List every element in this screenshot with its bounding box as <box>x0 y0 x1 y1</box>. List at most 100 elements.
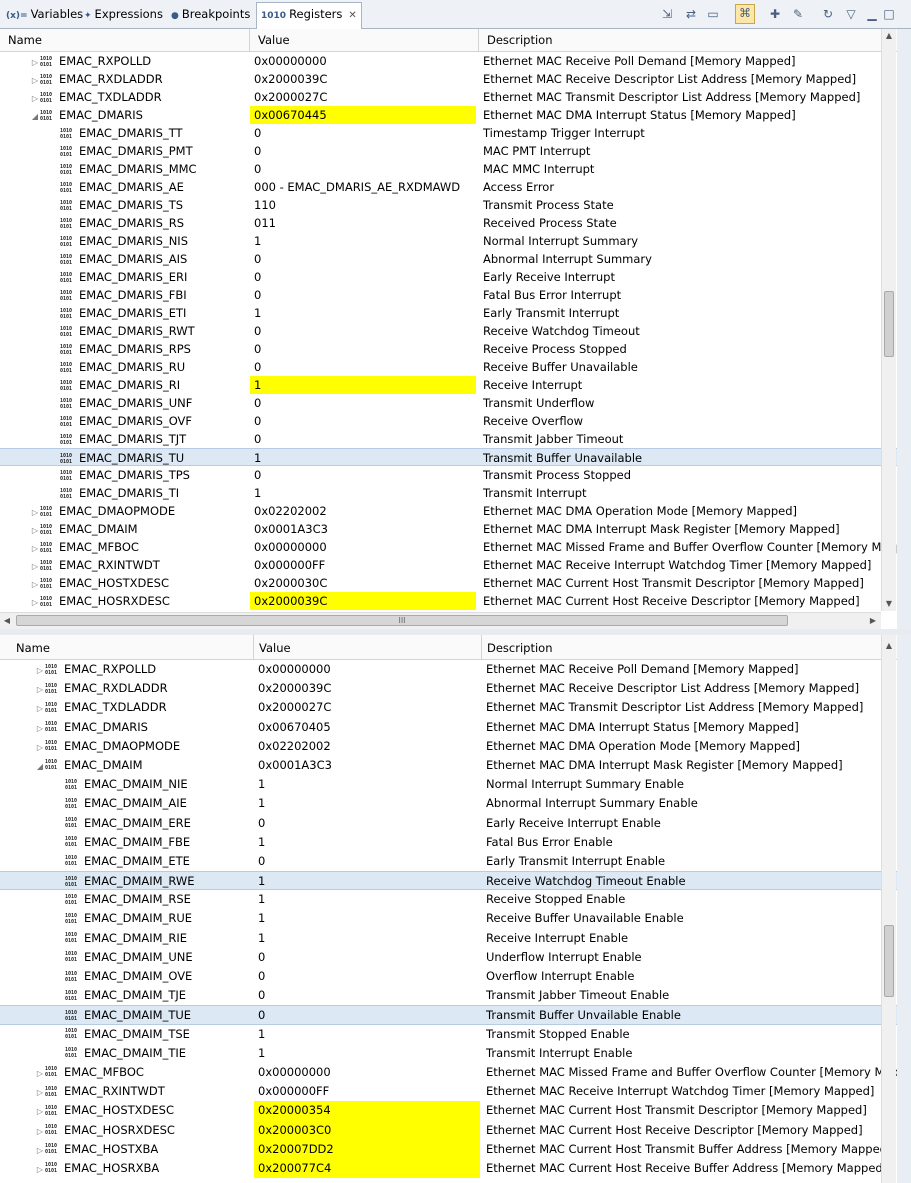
tree-row[interactable]: ▷ 1010 0101 EMAC_DMAOPMODE 0x02202002 Etherne… <box>0 502 897 520</box>
tree-row[interactable]: 1010 0101 EMAC_DMAIM_ERE 0 Early Receive Int… <box>0 814 897 833</box>
tree-row[interactable]: ▷ 1010 0101 EMAC_HOSTXDESC 0x20000354 Etherne… <box>0 1101 897 1121</box>
view-menu-icon[interactable]: ▽ <box>843 6 859 22</box>
column-name[interactable]: Name <box>0 29 250 51</box>
tree-row[interactable]: ◢ 1010 0101 EMAC_DMAIM 0x0001A3C3 Ethernet MA… <box>0 756 897 775</box>
value-cell[interactable]: 0 <box>250 430 476 448</box>
name-cell[interactable]: ◢ 1010 0101 EMAC_DMAIM <box>0 756 287 775</box>
tree-row[interactable]: 1010 0101 EMAC_DMAIM_TJE 0 Transmit Jabber T… <box>0 986 897 1005</box>
value-cell[interactable]: 1 <box>254 794 480 813</box>
tree-row[interactable]: ▷ 1010 0101 EMAC_RXPOLLD 0x00000000 Ethernet … <box>0 52 897 70</box>
value-cell[interactable]: 0 <box>250 340 476 358</box>
tree-row[interactable]: ▷ 1010 0101 EMAC_RXDLADDR 0x2000039C Ethernet… <box>0 70 897 88</box>
tree-row[interactable]: 1010 0101 EMAC_DMARIS_ERI 0 Early Receive In… <box>0 268 897 286</box>
value-cell[interactable]: 0x0001A3C3 <box>250 520 476 538</box>
tree-row[interactable]: 1010 0101 EMAC_DMARIS_OVF 0 Receive Overflow <box>0 412 897 430</box>
value-cell[interactable]: 1 <box>254 872 480 889</box>
tree-row[interactable]: ▷ 1010 0101 EMAC_MFBOC 0x00000000 Ethernet MA… <box>0 538 897 556</box>
tree-row[interactable]: 1010 0101 EMAC_DMARIS_AE 000 - EMAC_DMARIS_… <box>0 178 897 196</box>
tree-row[interactable]: 1010 0101 EMAC_DMARIS_RI 1 Receive Interrupt <box>0 376 897 394</box>
collapsed-arrow-icon[interactable]: ▷ <box>35 1102 45 1120</box>
value-cell[interactable]: 0x2000027C <box>250 88 476 106</box>
collapsed-arrow-icon[interactable]: ▷ <box>35 738 45 756</box>
tree-row[interactable]: ▷ 1010 0101 EMAC_RXPOLLD 0x00000000 Ethernet … <box>0 660 897 679</box>
tree-row[interactable]: ▷ 1010 0101 EMAC_RXINTWDT 0x000000FF Ethernet… <box>0 1082 897 1101</box>
value-cell[interactable]: 0 <box>250 268 476 286</box>
value-cell[interactable]: 0x00000000 <box>250 52 476 70</box>
collapsed-arrow-icon[interactable]: ▷ <box>30 90 40 106</box>
value-cell[interactable]: 0 <box>250 160 476 178</box>
value-cell[interactable]: 0 <box>250 322 476 340</box>
layout-icon[interactable]: ⇄ <box>683 6 699 22</box>
value-cell[interactable]: 1 <box>254 909 480 928</box>
tree-row[interactable]: 1010 0101 EMAC_DMARIS_TI 1 Transmit Interrup… <box>0 484 897 502</box>
scrollbar-thumb[interactable] <box>884 925 894 997</box>
tree-row[interactable]: ◢ 1010 0101 EMAC_DMARIS 0x00670445 Ethernet M… <box>0 106 897 124</box>
pin-icon[interactable]: ⌘ <box>735 4 755 24</box>
collapsed-arrow-icon[interactable]: ▷ <box>30 594 40 610</box>
scroll-up-icon[interactable]: ▲ <box>882 639 896 653</box>
tree-row[interactable]: 1010 0101 EMAC_DMAIM_TIE 1 Transmit Interrup… <box>0 1044 897 1063</box>
tree-row[interactable]: 1010 0101 EMAC_DMAIM_RWE 1 Receive Watchdog … <box>0 871 897 891</box>
scroll-right-icon[interactable]: ▶ <box>866 614 880 628</box>
value-cell[interactable]: 0x00670445 <box>250 106 476 124</box>
tree-row[interactable]: 1010 0101 EMAC_DMAIM_TUE 0 Transmit Buffer U… <box>0 1005 897 1025</box>
name-cell[interactable]: ▷ 1010 0101 EMAC_RXDLADDR <box>0 679 287 698</box>
value-cell[interactable]: 0 <box>254 852 480 871</box>
value-cell[interactable]: 1 <box>254 1044 480 1063</box>
value-cell[interactable]: 0x20000354 <box>254 1101 480 1121</box>
name-cell[interactable]: ▷ 1010 0101 EMAC_RXPOLLD <box>0 52 278 70</box>
tree-row[interactable]: ▷ 1010 0101 EMAC_TXDLADDR 0x2000027C Ethernet… <box>0 698 897 717</box>
collapse-icon[interactable]: ▭ <box>705 6 721 22</box>
restore-icon[interactable]: ⇲ <box>659 6 675 22</box>
value-cell[interactable]: 0x02202002 <box>250 502 476 520</box>
value-cell[interactable]: 110 <box>250 196 476 214</box>
name-cell[interactable]: ▷ 1010 0101 EMAC_MFBOC <box>0 1063 287 1082</box>
name-cell[interactable]: ▷ 1010 0101 EMAC_DMAOPMODE <box>0 502 278 520</box>
tree-row[interactable]: 1010 0101 EMAC_DMAIM_ETE 0 Early Transmit In… <box>0 852 897 871</box>
value-cell[interactable]: 0x2000039C <box>254 679 480 698</box>
column-description[interactable]: Description <box>479 29 897 51</box>
value-cell[interactable]: 0x00000000 <box>254 1063 480 1082</box>
value-cell[interactable]: 0 <box>254 967 480 986</box>
refresh-icon[interactable]: ↻ <box>820 6 836 22</box>
value-cell[interactable]: 0x00670405 <box>254 718 480 737</box>
tree-row[interactable]: 1010 0101 EMAC_DMARIS_PMT 0 MAC PMT Interrup… <box>0 142 897 160</box>
value-cell[interactable]: 0 <box>250 124 476 142</box>
value-cell[interactable]: 0x000000FF <box>254 1082 480 1101</box>
tree-row[interactable]: ▷ 1010 0101 EMAC_HOSTXBA 0x20007DD2 Ethernet … <box>0 1139 897 1159</box>
value-cell[interactable]: 000 - EMAC_DMARIS_AE_RXDMAWD <box>250 178 476 196</box>
value-cell[interactable]: 0 <box>250 394 476 412</box>
expanded-arrow-icon[interactable]: ◢ <box>30 108 40 124</box>
tree-row[interactable]: 1010 0101 EMAC_DMARIS_RU 0 Receive Buffer Un… <box>0 358 897 376</box>
value-cell[interactable]: 1 <box>250 449 476 465</box>
column-value[interactable]: Value <box>250 29 479 51</box>
collapsed-arrow-icon[interactable]: ▷ <box>30 504 40 520</box>
collapsed-arrow-icon[interactable]: ▷ <box>35 680 45 698</box>
tree-row[interactable]: ▷ 1010 0101 EMAC_MFBOC 0x00000000 Ethernet MA… <box>0 1063 897 1082</box>
collapsed-arrow-icon[interactable]: ▷ <box>30 54 40 70</box>
name-cell[interactable]: ▷ 1010 0101 EMAC_DMARIS <box>0 718 287 737</box>
scroll-up-icon[interactable]: ▲ <box>882 29 896 43</box>
scroll-left-icon[interactable]: ◀ <box>0 614 14 628</box>
value-cell[interactable]: 1 <box>250 304 476 322</box>
value-cell[interactable]: 0x00000000 <box>250 538 476 556</box>
vertical-scrollbar[interactable]: ▲ ▼ <box>881 29 896 611</box>
value-cell[interactable]: 0x00000000 <box>254 660 480 679</box>
tree-row[interactable]: 1010 0101 EMAC_DMARIS_NIS 1 Normal Interrupt… <box>0 232 897 250</box>
value-cell[interactable]: 0x200077C4 <box>254 1158 480 1179</box>
tree-row[interactable]: ▷ 1010 0101 EMAC_HOSRXDESC 0x2000039C Etherne… <box>0 592 897 610</box>
tree-row[interactable]: ▷ 1010 0101 EMAC_RXDLADDR 0x2000039C Ethernet… <box>0 679 897 698</box>
scrollbar-thumb[interactable] <box>884 291 894 357</box>
name-cell[interactable]: ▷ 1010 0101 EMAC_HOSTXDESC <box>0 574 278 592</box>
tree-row[interactable]: 1010 0101 EMAC_DMARIS_UNF 0 Transmit Underfl… <box>0 394 897 412</box>
name-cell[interactable]: ◢ 1010 0101 EMAC_DMARIS <box>0 106 278 124</box>
collapsed-arrow-icon[interactable]: ▷ <box>35 1141 45 1159</box>
tab-variables[interactable]: (x)= Variables <box>2 3 87 25</box>
name-cell[interactable]: ▷ 1010 0101 EMAC_HOSTXDESC <box>0 1101 287 1120</box>
maximize-icon[interactable]: □ <box>881 6 897 22</box>
tree-row[interactable]: ▷ 1010 0101 EMAC_HOSRXBA 0x200077C4 Ethernet … <box>0 1158 897 1179</box>
name-cell[interactable]: ▷ 1010 0101 EMAC_TXDLADDR <box>0 88 278 106</box>
scroll-down-icon[interactable]: ▼ <box>882 597 896 611</box>
value-cell[interactable]: 0x2000039C <box>250 70 476 88</box>
tree-row[interactable]: 1010 0101 EMAC_DMARIS_MMC 0 MAC MMC Interrup… <box>0 160 897 178</box>
